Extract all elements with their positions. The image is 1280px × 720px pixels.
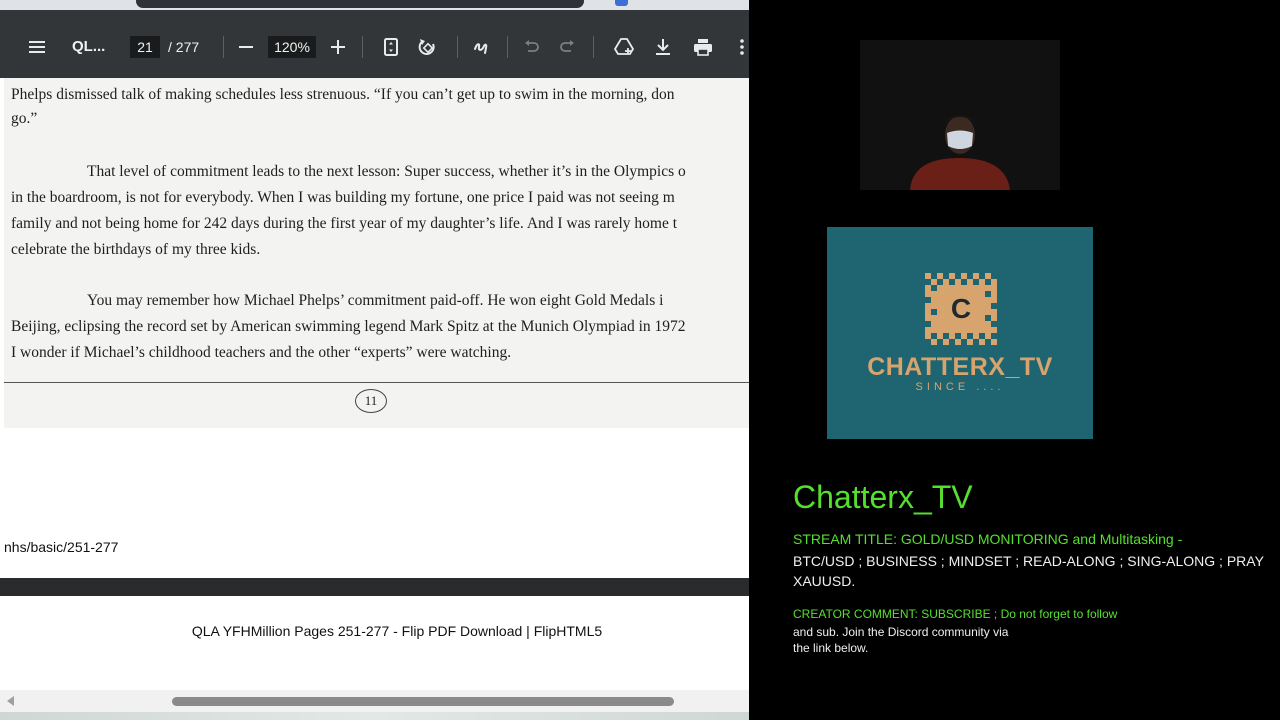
page-text-line: I wonder if Michael’s childhood teachers… — [11, 344, 512, 361]
page-total-label: / 277 — [168, 39, 200, 55]
scanned-page: Phelps dismissed talk of making schedule… — [4, 78, 749, 428]
stream-overlay: C CHATTERX_TV SINCE .... Chatterx_TV STR… — [749, 0, 1280, 720]
toolbar-divider — [457, 36, 458, 58]
page-number-input[interactable]: 21 — [130, 36, 160, 58]
zoom-out-icon[interactable] — [236, 37, 256, 57]
viewer-bottom-bar — [0, 578, 749, 596]
scrollbar-thumb[interactable] — [172, 697, 674, 706]
redo-icon[interactable] — [557, 37, 577, 57]
page-text-line: go.” — [11, 110, 38, 127]
page-text-line: You may remember how Michael Phelps’ com… — [87, 292, 664, 309]
page-text-line: Beijing, eclipsing the record set by Ame… — [11, 318, 686, 335]
scroll-left-arrow-icon[interactable] — [7, 696, 14, 706]
horizontal-scrollbar[interactable] — [0, 690, 749, 712]
pdf-viewer-window: QL... 21 / 277 120% Phelps dismissed tal… — [0, 0, 749, 720]
page-text-line: celebrate the birthdays of my three kids… — [11, 241, 261, 258]
print-icon[interactable] — [692, 36, 714, 58]
logo-channel-name: CHATTERX_TV — [867, 353, 1053, 381]
streamer-silhouette — [910, 115, 1010, 190]
channel-name: Chatterx_TV — [793, 479, 973, 515]
taskbar-strip — [0, 712, 749, 720]
browser-tab-strip — [0, 0, 749, 10]
page-text-line: Phelps dismissed talk of making schedule… — [11, 86, 675, 103]
rotate-icon[interactable] — [416, 36, 438, 58]
fit-page-icon[interactable] — [381, 36, 401, 58]
page-text-line: family and not being home for 242 days d… — [11, 215, 678, 232]
browser-address-bar[interactable] — [136, 0, 584, 8]
save-to-drive-icon[interactable] — [613, 36, 635, 58]
more-options-icon[interactable] — [736, 37, 748, 57]
toolbar-divider — [593, 36, 594, 58]
document-title: QL... — [72, 38, 106, 55]
channel-logo-panel: C CHATTERX_TV SINCE .... — [827, 227, 1093, 439]
creator-comment-label: CREATOR COMMENT: SUBSCRIBE ; Do not forg… — [793, 607, 1118, 621]
menu-icon[interactable] — [27, 37, 47, 57]
url-fragment: nhs/basic/251-277 — [4, 539, 119, 555]
page-number-badge: 11 — [355, 389, 387, 413]
stream-title: STREAM TITLE: GOLD/USD MONITORING and Mu… — [793, 531, 1183, 547]
pdf-page-canvas[interactable]: Phelps dismissed talk of making schedule… — [0, 78, 749, 578]
page-divider — [4, 382, 749, 383]
annotate-icon[interactable] — [471, 36, 493, 58]
logo-since-text: SINCE .... — [915, 381, 1005, 393]
download-icon[interactable] — [653, 36, 673, 58]
page-text-line: in the boardroom, is not for everybody. … — [11, 189, 675, 206]
creator-comment-body: and sub. Join the Discord community via … — [793, 625, 1009, 655]
webcam-feed — [860, 40, 1060, 190]
footer-title: QLA YFHMillion Pages 251-277 - Flip PDF … — [191, 623, 603, 639]
zoom-in-icon[interactable] — [328, 37, 348, 57]
extension-icon[interactable] — [615, 0, 628, 6]
logo-letter: C — [951, 293, 971, 324]
undo-icon[interactable] — [522, 37, 542, 57]
page-text-line: That level of commitment leads to the ne… — [87, 163, 686, 180]
pdf-toolbar: QL... 21 / 277 120% — [0, 10, 749, 78]
toolbar-divider — [507, 36, 508, 58]
zoom-level-input[interactable]: 120% — [268, 36, 316, 58]
stream-description: BTC/USD ; BUSINESS ; MINDSET ; READ-ALON… — [793, 553, 1264, 589]
logo-checker-icon: C — [925, 273, 997, 345]
toolbar-divider — [362, 36, 363, 58]
page-footer: QLA YFHMillion Pages 251-277 - Flip PDF … — [0, 596, 749, 690]
toolbar-divider — [223, 36, 224, 58]
